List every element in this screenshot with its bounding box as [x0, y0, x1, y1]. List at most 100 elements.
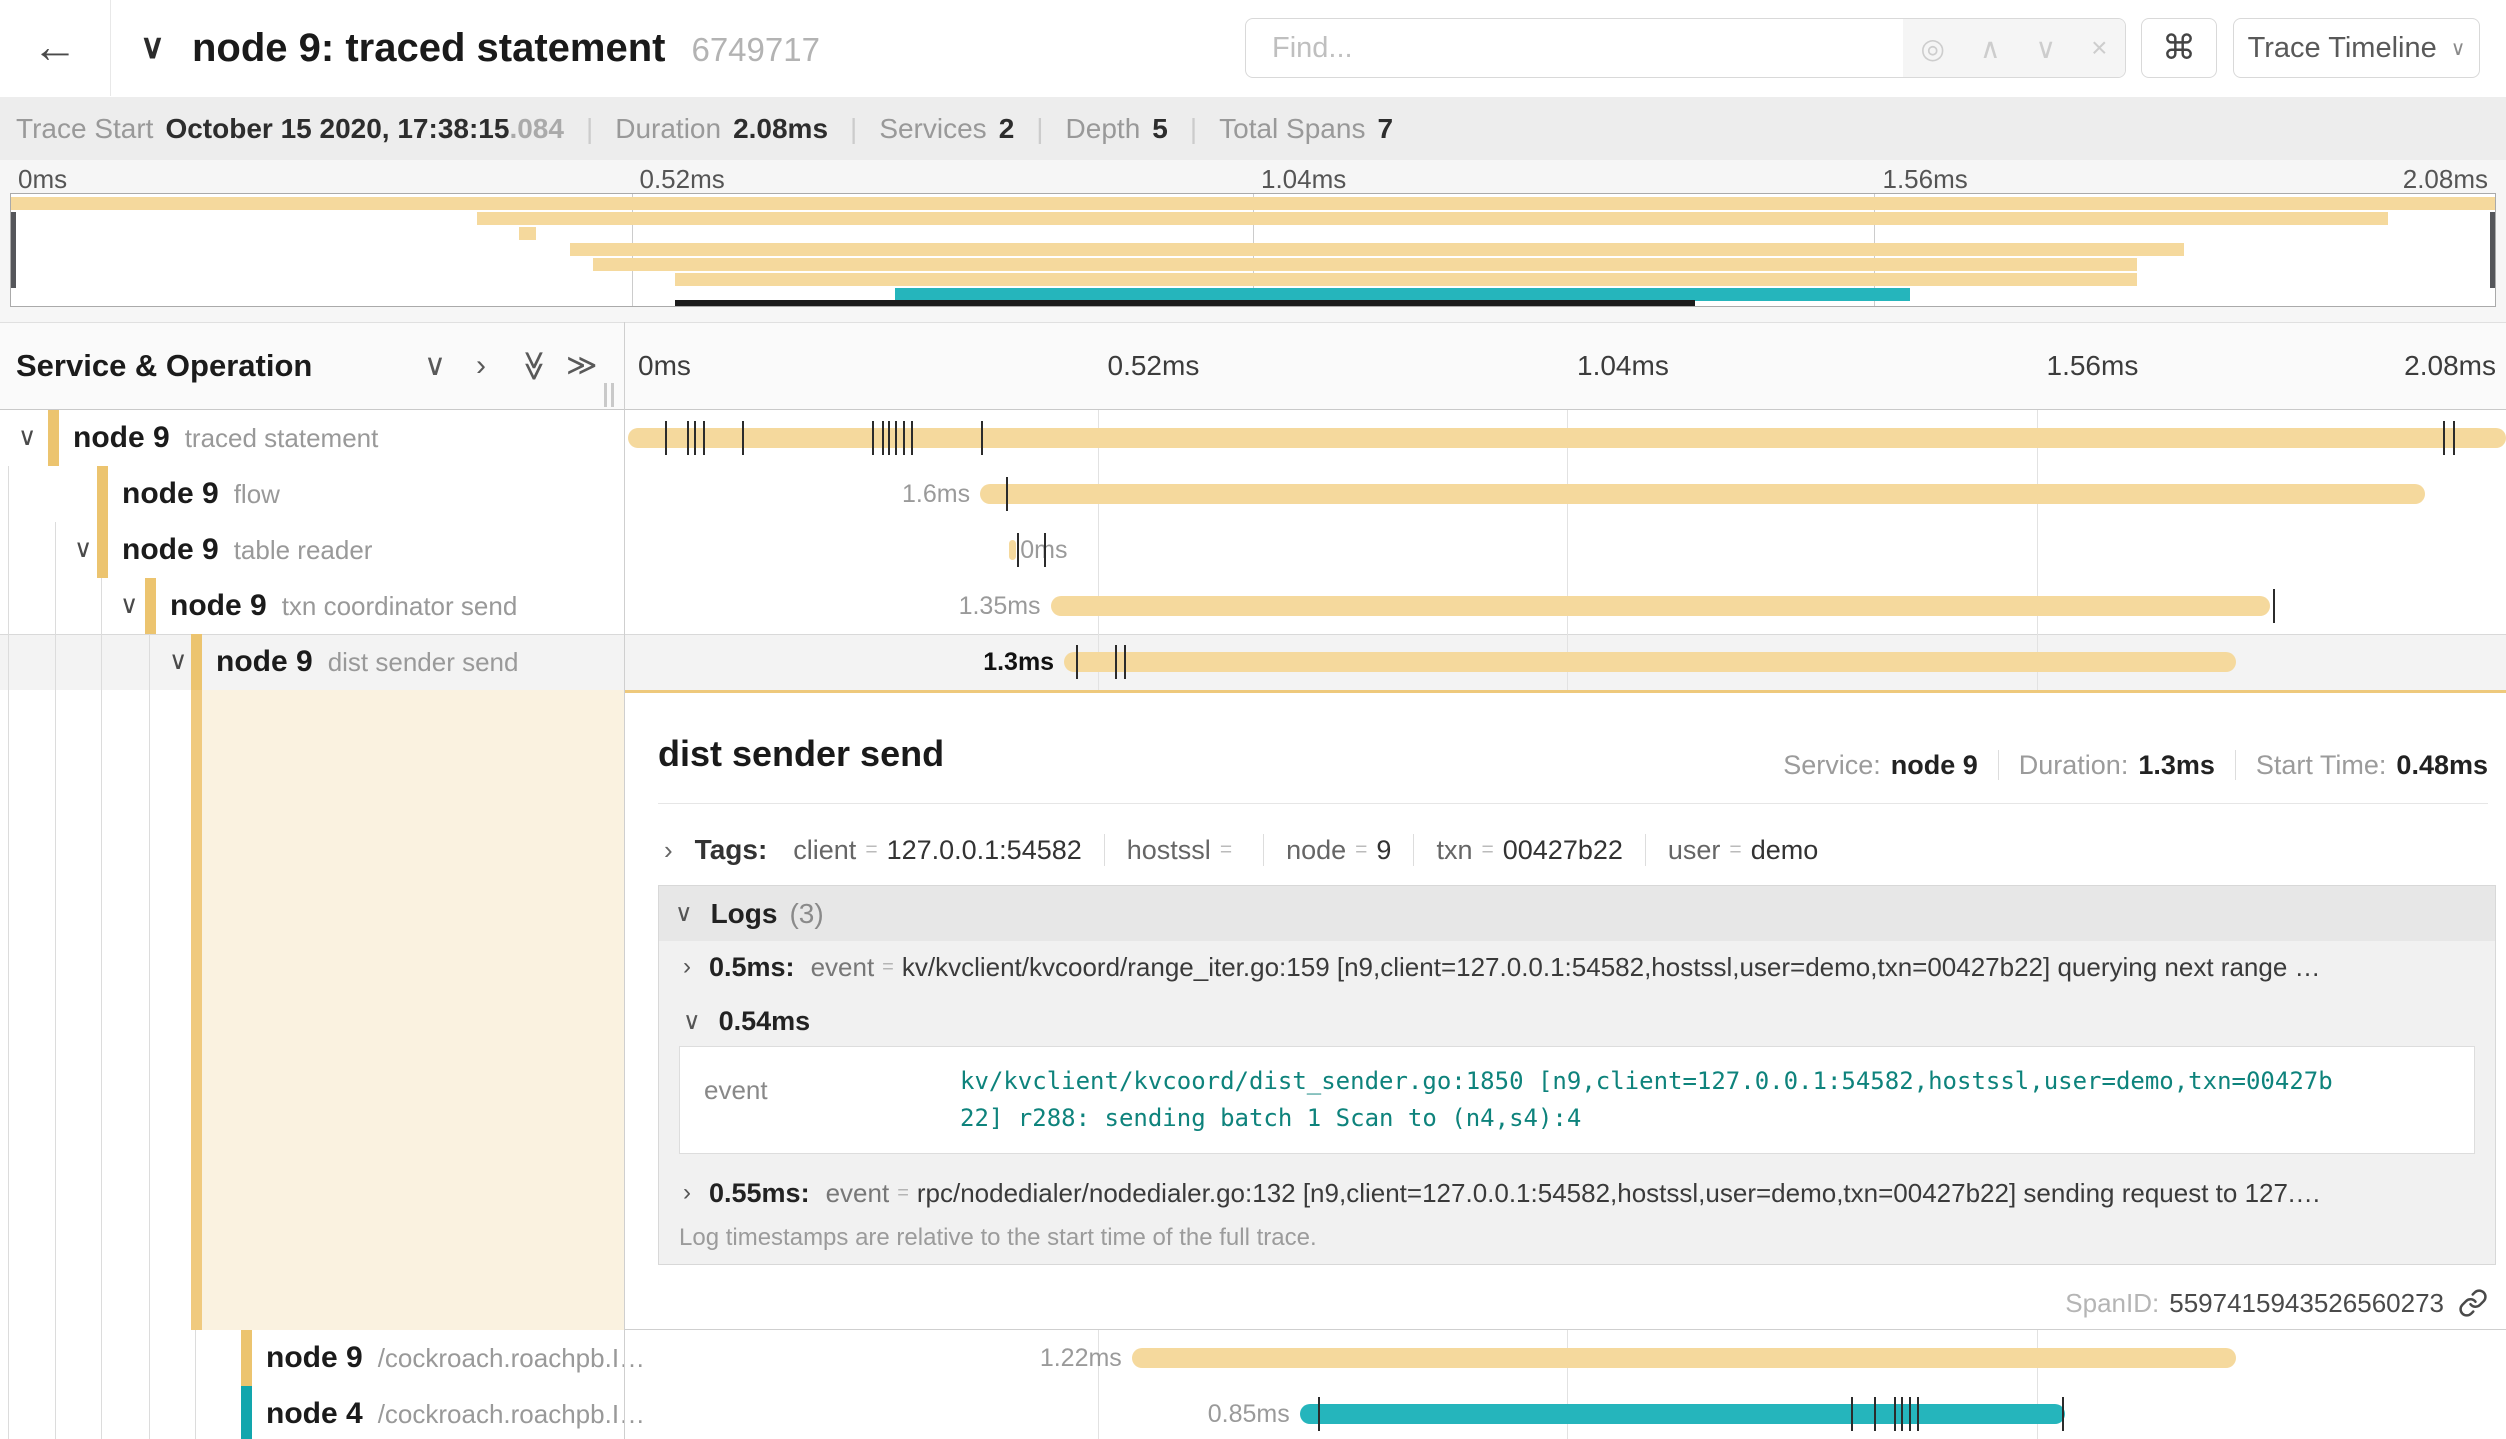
service-name: node 9 — [266, 1341, 363, 1375]
chevron-up-icon[interactable]: ∧ — [1980, 32, 2001, 65]
service-color-strip — [48, 410, 59, 466]
trace-collapse-icon[interactable]: ∨ — [140, 0, 165, 96]
log-row[interactable]: › 0.55ms: event = rpc/nodedialer/nodedia… — [659, 1170, 2495, 1216]
log-marker-tick — [2453, 421, 2455, 455]
span-name[interactable]: node 9 table reader — [122, 522, 372, 578]
span-row[interactable]: node 9/cockroach.roachpb.I… 1.22ms — [0, 1330, 2506, 1386]
span-duration-label: 1.35ms — [959, 578, 1041, 634]
span-row[interactable]: ∨ node 9traced statement — [0, 410, 2506, 466]
span-duration-bar[interactable] — [980, 484, 2425, 504]
chevron-down-icon: ∨ — [2451, 36, 2466, 61]
span-duration-bar[interactable] — [1064, 652, 2236, 672]
span-row[interactable]: node 9flow1.6ms — [0, 466, 2506, 522]
log-row-expanded-header[interactable]: ∨ 0.54ms — [659, 998, 2495, 1044]
find-input[interactable]: Find... — [1246, 19, 1903, 77]
separator — [1263, 834, 1264, 866]
summary-label: Total Spans — [1219, 113, 1365, 145]
service-name: node 9 — [122, 533, 219, 567]
span-duration-bar[interactable] — [1051, 596, 2271, 616]
span-row[interactable]: ∨ node 9txn coordinator send 1.35ms — [0, 578, 2506, 634]
minimap-left-scrubber[interactable] — [11, 212, 16, 288]
span-duration-bar[interactable] — [1009, 540, 1016, 560]
back-arrow-icon[interactable]: ← — [0, 0, 111, 96]
log-marker-tick — [872, 421, 874, 455]
span-name[interactable]: node 9/cockroach.roachpb.I… — [266, 1330, 645, 1386]
log-marker-tick — [687, 421, 689, 455]
log-marker-tick — [1124, 645, 1126, 679]
summary-label: Services — [879, 113, 986, 145]
collapse-deep-icon[interactable]: ≫ — [491, 350, 577, 381]
span-duration-label: 0.85ms — [1208, 1386, 1290, 1439]
separator: | — [586, 113, 593, 145]
panel-splitter[interactable] — [624, 322, 625, 1439]
panel-resize-grip[interactable] — [604, 383, 618, 407]
minimap-canvas[interactable] — [10, 193, 2496, 307]
tag-value: 9 — [1376, 835, 1391, 866]
summary-label: Duration — [615, 113, 721, 145]
service-color-strip — [97, 466, 108, 522]
operation-name: table reader — [234, 535, 373, 566]
log-marker-tick — [1894, 1397, 1896, 1431]
tags-row[interactable]: ›Tags:client=127.0.0.1:54582hostssl=node… — [664, 825, 1818, 875]
expand-all-icon[interactable]: ≫ — [566, 323, 597, 409]
logs-header[interactable]: ∨ Logs (3) — [659, 886, 2495, 941]
summary-value: 2 — [999, 113, 1015, 145]
log-marker-tick — [1318, 1397, 1320, 1431]
span-name[interactable]: node 9flow — [122, 466, 280, 522]
span-name[interactable]: node 4/cockroach.roachpb.I… — [266, 1386, 645, 1439]
span-duration-bar[interactable] — [1300, 1404, 2066, 1424]
span-name[interactable]: node 9txn coordinator send — [170, 578, 517, 634]
separator — [1104, 834, 1105, 866]
separator — [1413, 834, 1414, 866]
log-marker-tick — [911, 421, 913, 455]
meta-value: 0.48ms — [2396, 750, 2488, 781]
log-marker-tick — [888, 421, 890, 455]
minimap-right-scrubber[interactable] — [2490, 212, 2495, 288]
log-field-key: event — [704, 1075, 768, 1106]
chevron-down-icon[interactable]: ∨ — [169, 634, 187, 690]
log-row[interactable]: › 0.5ms: event = kv/kvclient/kvcoord/ran… — [659, 941, 2495, 993]
keyboard-shortcuts-button[interactable]: ⌘ — [2141, 18, 2217, 78]
span-row[interactable]: node 4/cockroach.roachpb.I… 0.85ms — [0, 1386, 2506, 1439]
chevron-down-icon[interactable]: ∨ — [18, 410, 36, 466]
link-icon[interactable] — [2458, 1288, 2488, 1318]
locate-icon[interactable]: ◎ — [1921, 32, 1945, 65]
log-marker-tick — [2062, 1397, 2064, 1431]
chevron-right-icon[interactable]: › — [664, 835, 673, 866]
selected-span-children-band — [202, 690, 624, 1330]
span-row[interactable]: ∨node 9dist sender send1.3ms — [0, 634, 2506, 690]
page-title: node 9: traced statement6749717 — [192, 0, 820, 96]
log-marker-tick — [1901, 1397, 1903, 1431]
span-detail-panel: dist sender send Service:node 9Duration:… — [625, 690, 2506, 1330]
trace-summary-bar: Trace StartOctober 15 2020, 17:38:15.084… — [0, 97, 2506, 160]
summary-label: Depth — [1066, 113, 1141, 145]
chevron-down-icon: ∨ — [675, 899, 693, 928]
service-name: node 9 — [122, 477, 219, 511]
chevron-down-icon[interactable]: ∨ — [74, 522, 92, 578]
log-marker-tick — [981, 421, 983, 455]
minimap-tick-label: 1.56ms — [1883, 164, 1968, 195]
log-marker-tick — [1917, 1397, 1919, 1431]
tag-key: client — [793, 835, 856, 866]
expand-one-icon[interactable]: › — [476, 323, 486, 409]
log-marker-tick — [1044, 533, 1046, 567]
span-row[interactable]: ∨node 9table reader0ms — [0, 522, 2506, 578]
log-marker-tick — [1909, 1397, 1911, 1431]
span-name[interactable]: node 9traced statement — [73, 410, 378, 466]
span-duration-label: 1.22ms — [1040, 1330, 1122, 1386]
log-marker-tick — [895, 421, 897, 455]
tag-value: demo — [1751, 835, 1819, 866]
chevron-down-icon[interactable]: ∨ — [120, 578, 138, 634]
collapse-all-icon[interactable]: ∨ — [424, 323, 446, 409]
close-icon[interactable]: × — [2091, 32, 2107, 64]
span-name[interactable]: node 9dist sender send — [216, 634, 518, 690]
log-marker-tick — [882, 421, 884, 455]
span-id-row: SpanID: 5597415943526560273 — [2065, 1283, 2488, 1323]
timeline-tick-label: 2.08ms — [2404, 323, 2496, 409]
span-duration-bar[interactable] — [1132, 1348, 2236, 1368]
chevron-down-icon[interactable]: ∨ — [2036, 32, 2057, 65]
logs-count: (3) — [789, 898, 823, 930]
summary-value-suffix: .084 — [509, 113, 564, 145]
view-selector-button[interactable]: Trace Timeline ∨ — [2233, 18, 2480, 78]
minimap-tick-label: 1.04ms — [1261, 164, 1346, 195]
